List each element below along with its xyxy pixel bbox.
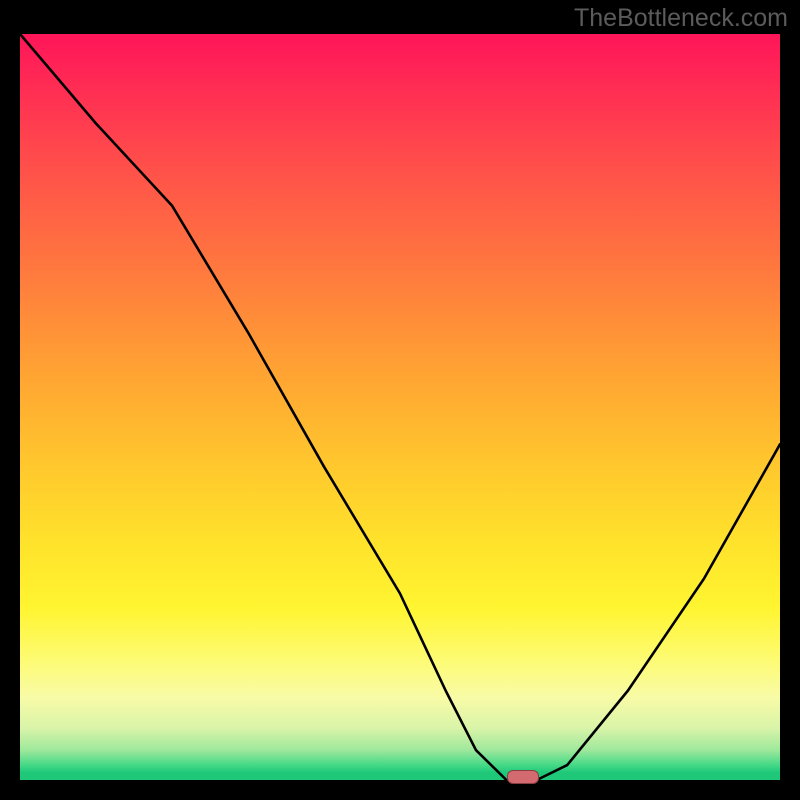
watermark-text: TheBottleneck.com <box>574 4 788 33</box>
optimal-marker <box>507 770 539 784</box>
bottleneck-curve <box>20 34 780 780</box>
plot-area <box>20 34 780 780</box>
chart-frame: TheBottleneck.com <box>0 0 800 800</box>
